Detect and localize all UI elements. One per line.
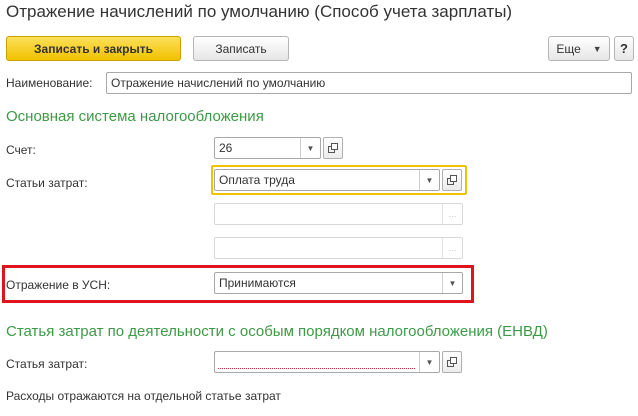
envd-cost-open-button[interactable]	[442, 351, 462, 373]
cost-items-select[interactable]: Оплата труда ▼	[214, 169, 440, 191]
name-label: Наименование:	[6, 76, 93, 90]
envd-note: Расходы отражаются на отдельной статье з…	[6, 389, 281, 403]
open-icon	[447, 175, 457, 185]
dropdown-arrow-icon[interactable]: ▼	[419, 170, 439, 190]
help-button[interactable]: ?	[614, 36, 634, 61]
usn-select[interactable]: Принимаются ▼	[214, 272, 463, 294]
dropdown-arrow-icon[interactable]: ▼	[300, 138, 320, 158]
account-select[interactable]: 26 ▼	[214, 137, 321, 159]
required-marker	[218, 368, 415, 369]
account-label: Счет:	[6, 143, 36, 157]
chevron-down-icon: ▼	[592, 43, 602, 54]
envd-cost-label: Статья затрат:	[6, 357, 88, 371]
more-menu-button[interactable]: Еще ▼	[548, 36, 610, 61]
name-field[interactable]: Отражение начислений по умолчанию	[106, 72, 632, 94]
ellipsis-icon: …	[442, 204, 462, 224]
window-title: Отражение начислений по умолчанию (Спосо…	[6, 2, 513, 21]
usn-value: Принимаются	[219, 276, 296, 290]
cost-items-value: Оплата труда	[219, 173, 295, 187]
cost-items-label: Статьи затрат:	[6, 176, 88, 190]
more-label: Еще	[556, 41, 581, 56]
help-icon: ?	[620, 41, 628, 56]
save-button[interactable]: Записать	[193, 36, 289, 61]
usn-label: Отражение в УСН:	[6, 278, 111, 292]
account-open-button[interactable]	[323, 137, 343, 159]
save-and-close-label: Записать и закрыть	[34, 41, 153, 56]
section-main-taxation: Основная система налогообложения	[6, 108, 264, 125]
open-icon	[328, 143, 338, 153]
account-value: 26	[219, 141, 233, 155]
extra-field-2: …	[214, 237, 463, 259]
open-icon	[447, 357, 457, 367]
extra-field-1: …	[214, 203, 463, 225]
ellipsis-icon: …	[442, 238, 462, 258]
section-envd: Статья затрат по деятельности с особым п…	[6, 323, 548, 340]
save-and-close-button[interactable]: Записать и закрыть	[6, 36, 181, 61]
dropdown-arrow-icon[interactable]: ▼	[419, 352, 439, 372]
dropdown-arrow-icon[interactable]: ▼	[442, 273, 462, 293]
envd-cost-select[interactable]: ▼	[214, 351, 440, 373]
save-label: Записать	[215, 41, 267, 56]
cost-items-open-button[interactable]	[442, 169, 462, 191]
